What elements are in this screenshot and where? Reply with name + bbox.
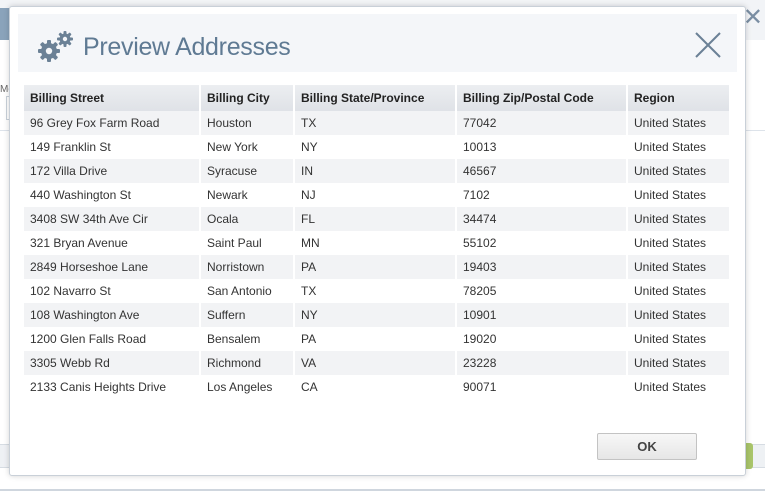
table-cell: Ocala — [201, 207, 295, 231]
dialog-header: Preview Addresses — [18, 14, 737, 72]
table-cell: 34474 — [457, 207, 628, 231]
table-cell: 102 Navarro St — [24, 279, 201, 303]
table-cell: PA — [295, 255, 457, 279]
table-cell: United States — [628, 183, 729, 207]
table-cell: 55102 — [457, 231, 628, 255]
table-row[interactable]: 96 Grey Fox Farm Road Houston TX 77042 Unite… — [24, 111, 729, 135]
table-cell: TX — [295, 111, 457, 135]
table-cell: 10901 — [457, 303, 628, 327]
close-icon[interactable] — [693, 30, 723, 60]
table-cell: 90071 — [457, 375, 628, 399]
table-cell: United States — [628, 231, 729, 255]
table-cell: Suffern — [201, 303, 295, 327]
table-cell: 108 Washington Ave — [24, 303, 201, 327]
table-row[interactable]: 2133 Canis Heights Drive Los Angeles CA 900… — [24, 375, 729, 399]
table-cell: Los Angeles — [201, 375, 295, 399]
table-row[interactable]: 108 Washington Ave Suffern NY 10901 United S… — [24, 303, 729, 327]
table-cell: 96 Grey Fox Farm Road — [24, 111, 201, 135]
table-cell: 78205 — [457, 279, 628, 303]
table-cell: NY — [295, 135, 457, 159]
table-cell: Norristown — [201, 255, 295, 279]
table-cell: United States — [628, 207, 729, 231]
table-cell: New York — [201, 135, 295, 159]
table-cell: Saint Paul — [201, 231, 295, 255]
table-cell: FL — [295, 207, 457, 231]
table-cell: 149 Franklin St — [24, 135, 201, 159]
table-cell: 2133 Canis Heights Drive — [24, 375, 201, 399]
table-cell: NY — [295, 303, 457, 327]
table-cell: Bensalem — [201, 327, 295, 351]
table-header-row: Billing Street Billing City Billing Stat… — [24, 85, 729, 111]
column-header[interactable]: Billing Street — [24, 85, 201, 111]
table-cell: 46567 — [457, 159, 628, 183]
table-cell: Richmond — [201, 351, 295, 375]
table-cell: 19403 — [457, 255, 628, 279]
table-cell: United States — [628, 327, 729, 351]
column-header[interactable]: Billing Zip/Postal Code — [457, 85, 628, 111]
table-cell: United States — [628, 375, 729, 399]
table-row[interactable]: 102 Navarro St San Antonio TX 78205 United S… — [24, 279, 729, 303]
column-header[interactable]: Billing State/Province — [295, 85, 457, 111]
table-cell: TX — [295, 279, 457, 303]
table-cell: San Antonio — [201, 279, 295, 303]
table-row[interactable]: 149 Franklin St New York NY 10013 United Sta… — [24, 135, 729, 159]
background-save-button — [745, 443, 753, 469]
preview-addresses-dialog: Preview Addresses Billing Street Billing… — [9, 6, 746, 476]
table-cell: Syracuse — [201, 159, 295, 183]
table-cell: 321 Bryan Avenue — [24, 231, 201, 255]
table-cell: 172 Villa Drive — [24, 159, 201, 183]
table-cell: 23228 — [457, 351, 628, 375]
table-cell: 3408 SW 34th Ave Cir — [24, 207, 201, 231]
table-row[interactable]: 172 Villa Drive Syracuse IN 46567 United Sta… — [24, 159, 729, 183]
table-cell: United States — [628, 279, 729, 303]
table-cell: 7102 — [457, 183, 628, 207]
table-cell: United States — [628, 135, 729, 159]
table-row[interactable]: 321 Bryan Avenue Saint Paul MN 55102 United … — [24, 231, 729, 255]
table-cell: 10013 — [457, 135, 628, 159]
table-row[interactable]: 2849 Horseshoe Lane Norristown PA 19403 Unit… — [24, 255, 729, 279]
table-cell: NJ — [295, 183, 457, 207]
table-cell: United States — [628, 159, 729, 183]
table-cell: 77042 — [457, 111, 628, 135]
table-cell: United States — [628, 351, 729, 375]
table-cell: VA — [295, 351, 457, 375]
table-cell: Houston — [201, 111, 295, 135]
table-cell: United States — [628, 255, 729, 279]
column-header[interactable]: Billing City — [201, 85, 295, 111]
table-row[interactable]: 3305 Webb Rd Richmond VA 23228 United States — [24, 351, 729, 375]
ok-button[interactable]: OK — [597, 433, 697, 460]
table-cell: 2849 Horseshoe Lane — [24, 255, 201, 279]
table-cell: United States — [628, 303, 729, 327]
table-cell: IN — [295, 159, 457, 183]
table-cell: 3305 Webb Rd — [24, 351, 201, 375]
table-row[interactable]: 1200 Glen Falls Road Bensalem PA 19020 Unite… — [24, 327, 729, 351]
background-divider — [0, 489, 765, 491]
table-cell: PA — [295, 327, 457, 351]
column-header[interactable]: Region — [628, 85, 729, 111]
table-cell: United States — [628, 111, 729, 135]
table-cell: 19020 — [457, 327, 628, 351]
gears-icon — [36, 29, 76, 63]
table-row[interactable]: 3408 SW 34th Ave Cir Ocala FL 34474 United S… — [24, 207, 729, 231]
table-cell: 440 Washington St — [24, 183, 201, 207]
table-cell: 1200 Glen Falls Road — [24, 327, 201, 351]
table-row[interactable]: 440 Washington St Newark NJ 7102 United Stat… — [24, 183, 729, 207]
addresses-table: Billing Street Billing City Billing Stat… — [24, 85, 729, 399]
table-cell: Newark — [201, 183, 295, 207]
table-cell: MN — [295, 231, 457, 255]
dialog-title: Preview Addresses — [83, 33, 291, 61]
table-cell: CA — [295, 375, 457, 399]
